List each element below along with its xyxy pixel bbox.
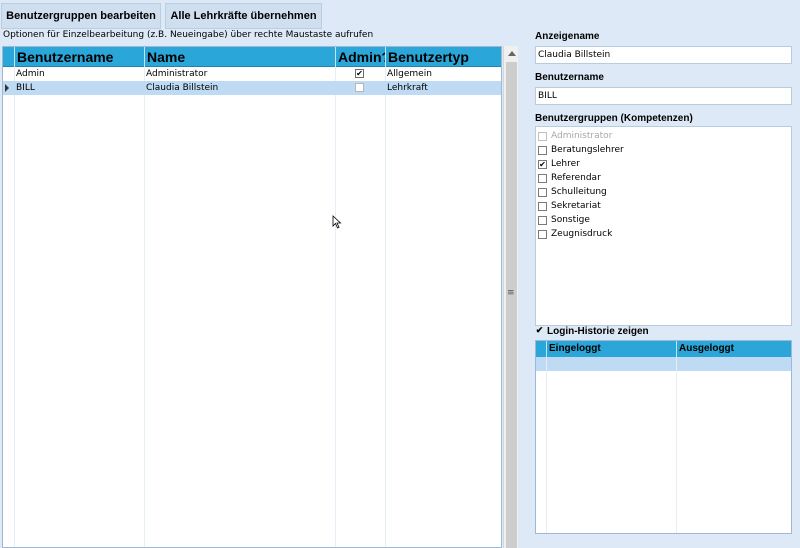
grid-divider	[14, 67, 15, 547]
table-row-selected[interactable]: BILL Claudia Billstein Lehrkraft	[3, 81, 501, 95]
checkbox-icon[interactable]	[538, 131, 547, 141]
cell-name: Claudia Billstein	[146, 83, 219, 93]
group-item-label: Administrator	[551, 131, 613, 141]
users-grid[interactable]: Benutzername Name Admin? Benutzertyp Adm…	[2, 46, 502, 548]
cell-username: BILL	[16, 83, 35, 93]
login-history-label: Login-Historie zeigen	[547, 326, 649, 337]
cell-name: Administrator	[146, 69, 208, 79]
users-grid-scrollbar[interactable]: ≡	[503, 46, 518, 548]
hint-text: Optionen für Einzelbearbeitung (z.B. Neu…	[3, 30, 374, 40]
cell-usertype: Lehrkraft	[387, 83, 428, 93]
group-item-label: Sekretariat	[551, 201, 601, 211]
admin-checkbox[interactable]: ✔	[355, 69, 364, 78]
group-item-sekretariat[interactable]: Sekretariat	[538, 199, 601, 213]
cell-usertype: Allgemein	[387, 69, 432, 79]
column-header-logged-in[interactable]: Eingeloggt	[546, 341, 676, 357]
user-details-panel: Anzeigename Claudia Billstein Benutzerna…	[520, 30, 800, 548]
row-indicator-header	[536, 341, 546, 357]
users-grid-header: Benutzername Name Admin? Benutzertyp	[3, 47, 501, 67]
checkbox-icon[interactable]	[538, 229, 547, 239]
checkbox-checked-icon[interactable]: ✔	[538, 159, 547, 169]
display-name-label: Anzeigename	[535, 31, 600, 42]
group-item-administrator[interactable]: Administrator	[538, 129, 612, 143]
group-item-referendar[interactable]: Referendar	[538, 171, 601, 185]
grid-divider	[144, 67, 145, 547]
group-item-sonstige[interactable]: Sonstige	[538, 213, 590, 227]
row-indicator-header	[3, 47, 14, 67]
cell-username: Admin	[16, 69, 45, 79]
checkbox-icon[interactable]	[538, 201, 547, 211]
mouse-cursor-icon	[332, 215, 342, 229]
group-item-label: Schulleitung	[551, 187, 607, 197]
checkbox-icon[interactable]	[538, 145, 547, 155]
column-header-username[interactable]: Benutzername	[14, 47, 144, 67]
username-field[interactable]: BILL	[535, 87, 792, 105]
group-item-label: Referendar	[551, 173, 601, 183]
group-item-label: Zeugnisdruck	[551, 229, 613, 239]
column-header-usertype[interactable]: Benutzertyp	[385, 47, 501, 67]
edit-user-groups-button[interactable]: Benutzergruppen bearbeiten	[1, 3, 161, 29]
column-header-name[interactable]: Name	[144, 47, 335, 67]
group-item-schulleitung[interactable]: Schulleitung	[538, 185, 607, 199]
user-groups-list[interactable]: Administrator Beratungslehrer ✔ Lehrer Re…	[535, 126, 792, 326]
group-item-label: Sonstige	[551, 215, 590, 225]
checkbox-checked-icon[interactable]: ✔	[535, 326, 544, 336]
login-history-header: Eingeloggt Ausgeloggt	[536, 341, 791, 357]
user-groups-label: Benutzergruppen (Kompetenzen)	[535, 113, 693, 124]
group-item-lehrer[interactable]: ✔ Lehrer	[538, 157, 580, 171]
login-history-grid[interactable]: Eingeloggt Ausgeloggt	[535, 340, 792, 534]
column-header-admin[interactable]: Admin?	[335, 47, 385, 67]
scroll-up-arrow-icon[interactable]	[504, 46, 519, 60]
grid-divider	[335, 67, 336, 547]
group-item-zeugnisdruck[interactable]: Zeugnisdruck	[538, 227, 612, 241]
group-item-label: Beratungslehrer	[551, 145, 624, 155]
login-history-toggle[interactable]: ✔ Login-Historie zeigen	[535, 326, 649, 338]
checkbox-icon[interactable]	[538, 173, 547, 183]
grid-divider	[385, 67, 386, 547]
grid-divider	[676, 357, 677, 533]
scroll-grip-icon: ≡	[507, 288, 515, 298]
admin-checkbox[interactable]	[355, 83, 364, 92]
checkbox-icon[interactable]	[538, 187, 547, 197]
table-row-selected[interactable]	[536, 357, 791, 371]
username-label: Benutzername	[535, 72, 604, 83]
import-all-teachers-button[interactable]: Alle Lehrkräfte übernehmen	[165, 3, 322, 29]
grid-divider	[546, 357, 547, 533]
display-name-field[interactable]: Claudia Billstein	[535, 46, 792, 64]
column-header-logged-out[interactable]: Ausgeloggt	[676, 341, 791, 357]
scrollbar-thumb[interactable]	[506, 62, 517, 548]
checkbox-icon[interactable]	[538, 215, 547, 225]
group-item-beratungslehrer[interactable]: Beratungslehrer	[538, 143, 624, 157]
current-row-arrow-icon	[5, 84, 9, 92]
group-item-label: Lehrer	[551, 159, 580, 169]
toolbar: Benutzergruppen bearbeiten Alle Lehrkräf…	[0, 0, 520, 30]
table-row[interactable]: Admin Administrator ✔ Allgemein	[3, 67, 501, 81]
